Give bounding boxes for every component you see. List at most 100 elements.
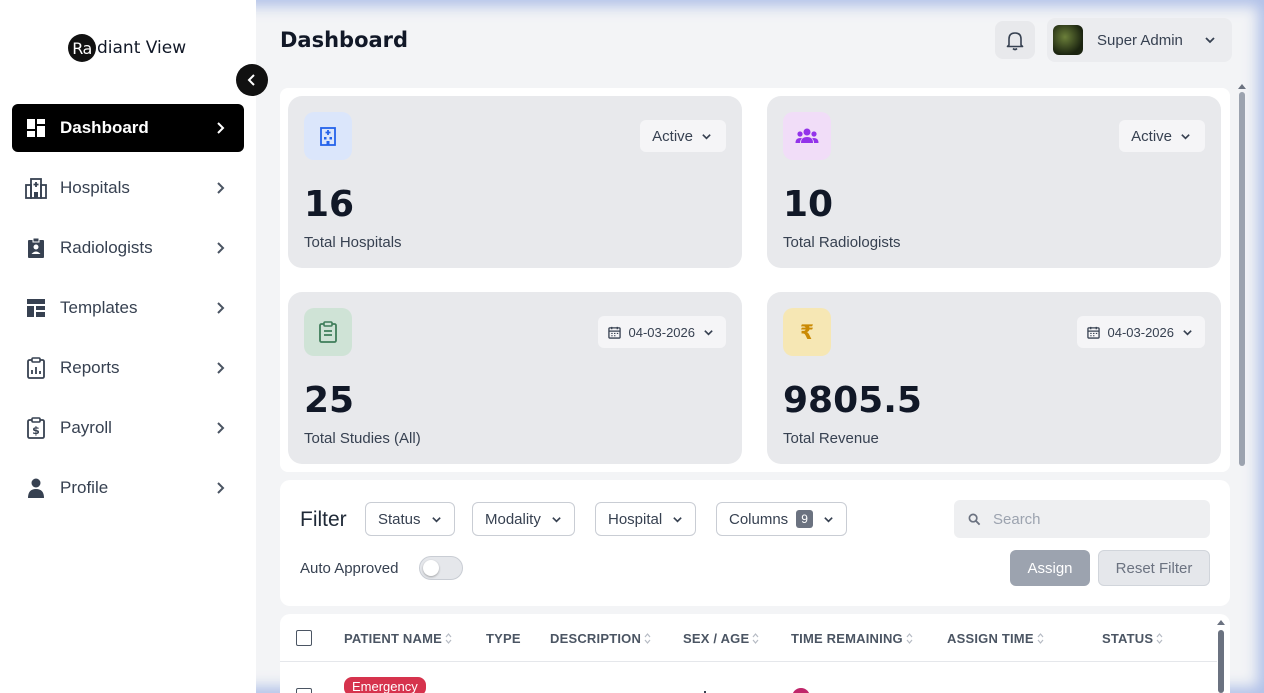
column-label: SEX / AGE <box>683 631 750 646</box>
chevron-right-icon <box>217 362 225 374</box>
sidebar-item-templates[interactable]: Templates <box>12 284 244 332</box>
scrollbar-thumb[interactable] <box>1239 92 1245 466</box>
user-menu[interactable]: Super Admin <box>1047 18 1232 62</box>
radiologist-status-dropdown[interactable]: Active <box>1119 120 1205 152</box>
chevron-down-icon <box>704 329 713 336</box>
sidebar: Ra diant View Dashboard Hospitals Radiol… <box>0 0 256 693</box>
sidebar-item-reports[interactable]: Reports <box>12 344 244 392</box>
sidebar-item-radiologists[interactable]: Radiologists <box>12 224 244 272</box>
sidebar-collapse-button[interactable] <box>236 64 268 96</box>
stat-value: 16 <box>304 184 355 225</box>
column-header-description[interactable]: DESCRIPTION <box>550 631 651 646</box>
svg-text:₹: ₹ <box>800 321 814 343</box>
sort-icon <box>752 633 759 644</box>
sidebar-item-payroll[interactable]: $ Payroll <box>12 404 244 452</box>
column-header-patient-name[interactable]: PATIENT NAME <box>344 631 452 646</box>
column-label: ASSIGN TIME <box>947 631 1034 646</box>
column-header-status[interactable]: STATUS <box>1102 631 1163 646</box>
search-icon <box>968 513 981 525</box>
search-placeholder: Search <box>993 510 1041 528</box>
chevron-left-icon <box>247 74 255 86</box>
sidebar-item-label: Dashboard <box>60 118 149 137</box>
sidebar-item-label: Hospitals <box>60 178 130 197</box>
assign-button[interactable]: Assign <box>1010 550 1090 586</box>
hospital-filter-dropdown[interactable]: Hospital <box>595 502 697 536</box>
stat-value: 9805.5 <box>783 380 922 421</box>
sidebar-item-profile[interactable]: Profile <box>12 464 244 512</box>
sort-icon <box>1156 633 1163 644</box>
column-label: DESCRIPTION <box>550 631 642 646</box>
reset-filter-button[interactable]: Reset Filter <box>1098 550 1210 586</box>
scrollbar-thumb[interactable] <box>1218 630 1224 693</box>
page-scrollbar[interactable] <box>1237 80 1247 470</box>
dashboard-icon <box>25 117 47 139</box>
auto-approved-label: Auto Approved <box>300 560 399 577</box>
app-frame: Ra diant View Dashboard Hospitals Radiol… <box>0 0 1264 693</box>
sort-icon <box>445 633 452 644</box>
chevron-right-icon <box>217 242 225 254</box>
hospital-status-dropdown[interactable]: Active <box>640 120 726 152</box>
dropdown-label: Columns <box>729 510 789 528</box>
revenue-date-picker[interactable]: 04-03-2026 <box>1076 316 1205 348</box>
sort-icon <box>906 633 913 644</box>
sidebar-nav: Dashboard Hospitals Radiologists Templat… <box>12 104 244 524</box>
select-all-checkbox[interactable] <box>296 630 312 646</box>
sort-icon <box>644 633 651 644</box>
stat-value: 10 <box>783 184 834 225</box>
stat-card-studies: 04-03-2026 25 Total Studies (All) <box>288 292 742 464</box>
column-label: TYPE <box>486 631 521 646</box>
studies-date-picker[interactable]: 04-03-2026 <box>597 316 726 348</box>
row-checkbox[interactable] <box>296 688 312 693</box>
clipboard-list-icon <box>304 308 352 356</box>
sort-icon <box>1037 633 1044 644</box>
date-value: 04-03-2026 <box>628 324 696 340</box>
column-header-sex-age[interactable]: SEX / AGE <box>683 631 759 646</box>
dropdown-label: Status <box>378 510 421 528</box>
chevron-right-icon <box>217 302 225 314</box>
columns-dropdown[interactable]: Columns 9 <box>716 502 847 536</box>
stat-card-hospitals: Active 16 Total Hospitals <box>288 96 742 268</box>
modality-filter-dropdown[interactable]: Modality <box>472 502 575 536</box>
stat-label: Total Studies (All) <box>304 430 421 447</box>
payroll-icon: $ <box>25 417 47 439</box>
calendar-icon <box>1086 326 1100 339</box>
rupee-icon: ₹ <box>783 308 831 356</box>
user-icon <box>25 477 47 499</box>
chevron-right-icon <box>217 422 225 434</box>
dropdown-value: Active <box>652 127 693 145</box>
auto-approved-toggle[interactable] <box>419 556 463 580</box>
chevron-down-icon <box>431 516 441 523</box>
column-header-type: TYPE <box>486 631 521 646</box>
column-header-assign-time[interactable]: ASSIGN TIME <box>947 631 1044 646</box>
search-input[interactable]: Search <box>954 500 1210 538</box>
filter-title: Filter <box>300 508 347 531</box>
notifications-button[interactable] <box>995 21 1035 59</box>
stat-value: 25 <box>304 380 355 421</box>
id-badge-icon <box>25 237 47 259</box>
stat-label: Total Radiologists <box>783 234 901 251</box>
stat-card-revenue: ₹ 04-03-2026 9805.5 Total Revenue <box>767 292 1221 464</box>
table-scrollbar[interactable] <box>1215 614 1227 693</box>
logo-mark: Ra <box>68 34 96 62</box>
chevron-right-icon <box>217 482 225 494</box>
sidebar-item-label: Templates <box>60 298 138 317</box>
sidebar-item-hospitals[interactable]: Hospitals <box>12 164 244 212</box>
date-value: 04-03-2026 <box>1107 324 1175 340</box>
stat-card-radiologists: Active 10 Total Radiologists <box>767 96 1221 268</box>
status-filter-dropdown[interactable]: Status <box>365 502 455 536</box>
chevron-down-icon <box>1183 329 1192 336</box>
hospital-icon <box>25 177 47 199</box>
column-label: TIME REMAINING <box>791 631 903 646</box>
brand-logo[interactable]: Ra diant View <box>68 33 186 63</box>
logo-text: diant View <box>97 38 187 58</box>
studies-table: PATIENT NAME TYPE DESCRIPTION SEX / AGE … <box>280 614 1230 693</box>
chevron-down-icon <box>1181 133 1190 140</box>
dropdown-label: Modality <box>485 510 541 528</box>
column-header-time-remaining[interactable]: TIME REMAINING <box>791 631 913 646</box>
time-remaining-indicator <box>792 688 810 693</box>
clipboard-icon <box>25 357 47 379</box>
template-icon <box>25 297 47 319</box>
page-title: Dashboard <box>280 28 409 52</box>
avatar <box>1053 25 1083 55</box>
sidebar-item-dashboard[interactable]: Dashboard <box>12 104 244 152</box>
